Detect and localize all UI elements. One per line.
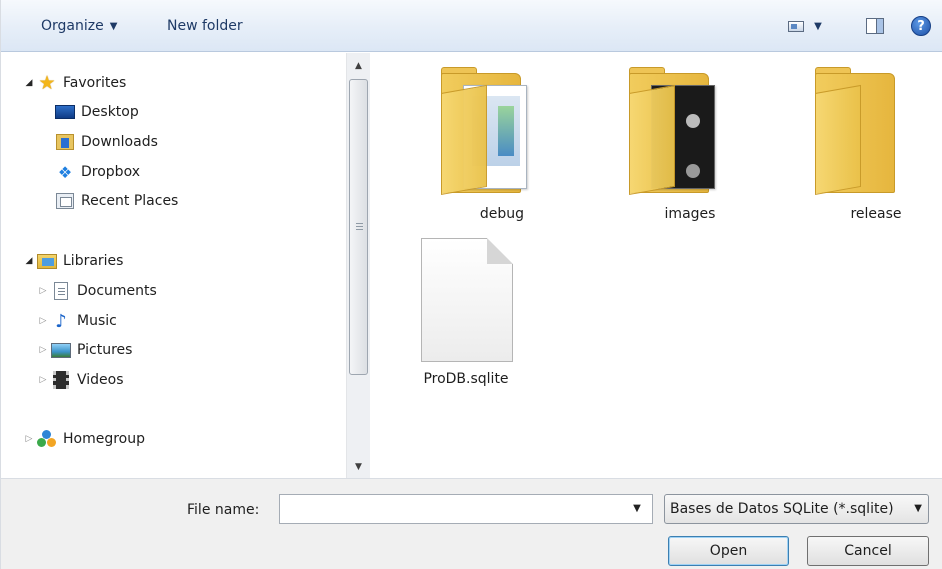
preview-pane-icon [866, 18, 884, 34]
file-type-value: Bases de Datos SQLite (*.sqlite) [670, 501, 894, 517]
sidebar-item-label: Documents [77, 283, 157, 299]
folder-item-debug[interactable]: debug [407, 61, 537, 231]
sidebar-item-label: Videos [77, 372, 124, 388]
file-type-select[interactable]: Bases de Datos SQLite (*.sqlite) ▼ [664, 494, 929, 524]
collapsed-arrow-icon[interactable]: ▷ [23, 434, 35, 444]
collapsed-arrow-icon[interactable]: ▷ [37, 316, 49, 326]
command-bar: Organize ▼ New folder ▼ ? [1, 0, 942, 52]
folder-icon [815, 67, 907, 197]
file-item-prodb[interactable]: ProDB.sqlite [371, 233, 561, 403]
sidebar-item-label: Homegroup [63, 431, 146, 447]
views-icon [788, 20, 805, 32]
music-icon: ♪ [55, 310, 67, 332]
sidebar-item-pictures[interactable]: ▷ Pictures [37, 337, 133, 363]
expanded-arrow-icon[interactable]: ◢ [23, 256, 35, 266]
homegroup-icon [37, 430, 57, 448]
preview-pane-button[interactable] [861, 12, 889, 40]
help-icon: ? [911, 16, 931, 36]
chevron-down-icon: ▼ [914, 503, 922, 514]
scroll-up-arrow-icon[interactable]: ▲ [347, 57, 370, 75]
file-list: debug images release ProDB.sqlite [371, 53, 942, 478]
sidebar-item-label: Favorites [63, 75, 127, 91]
sidebar-item-homegroup[interactable]: ▷ Homegroup [23, 426, 145, 452]
sidebar-item-label: Desktop [81, 104, 139, 120]
scroll-thumb[interactable] [349, 79, 368, 375]
file-name-input[interactable] [279, 494, 653, 524]
sidebar-item-favorites[interactable]: ◢ ★ Favorites [23, 70, 127, 96]
sidebar-item-label: Music [77, 313, 117, 329]
item-name: ProDB.sqlite [423, 371, 509, 387]
item-name: release [850, 206, 902, 222]
folder-icon [441, 67, 533, 197]
item-name: debug [479, 206, 525, 222]
dropbox-icon: ❖ [57, 162, 73, 182]
documents-icon [51, 282, 71, 300]
folder-item-release[interactable]: release [781, 61, 911, 231]
navigation-scrollbar[interactable]: ▲ ▼ [346, 53, 370, 478]
libraries-icon [37, 252, 57, 270]
item-name: images [664, 206, 716, 222]
file-name-dropdown-icon[interactable]: ▼ [627, 499, 647, 519]
file-name-label: File name: [187, 502, 260, 518]
organize-label: Organize [41, 18, 104, 34]
sidebar-item-videos[interactable]: ▷ Videos [37, 367, 124, 393]
sidebar-item-downloads[interactable]: Downloads [53, 129, 158, 155]
folder-icon [629, 67, 721, 197]
dialog-footer: File name: ▼ Bases de Datos SQLite (*.sq… [1, 478, 942, 569]
new-folder-button[interactable]: New folder [163, 13, 247, 39]
open-button[interactable]: Open [668, 536, 789, 566]
downloads-icon [55, 133, 75, 151]
grip-icon [356, 223, 363, 230]
open-file-dialog: Organize ▼ New folder ▼ ? ◢ ★ Favorites D… [0, 0, 942, 569]
sidebar-item-dropbox[interactable]: ❖ Dropbox [53, 159, 140, 185]
change-view-button[interactable]: ▼ [781, 12, 829, 40]
expanded-arrow-icon[interactable]: ◢ [23, 78, 35, 88]
videos-icon [51, 371, 71, 389]
folder-item-images[interactable]: images [595, 61, 725, 231]
chevron-down-icon: ▼ [814, 20, 822, 32]
scroll-down-arrow-icon[interactable]: ▼ [347, 458, 370, 476]
collapsed-arrow-icon[interactable]: ▷ [37, 345, 49, 355]
star-icon: ★ [38, 72, 56, 94]
recent-places-icon [55, 192, 75, 210]
sidebar-item-label: Downloads [81, 134, 158, 150]
desktop-icon [55, 103, 75, 121]
navigation-pane: ◢ ★ Favorites Desktop Downloads ❖ Dropbo… [1, 53, 346, 478]
sidebar-item-libraries[interactable]: ◢ Libraries [23, 248, 124, 274]
sidebar-item-documents[interactable]: ▷ Documents [37, 278, 157, 304]
sidebar-item-label: Dropbox [81, 164, 140, 180]
sidebar-item-music[interactable]: ▷ ♪ Music [37, 308, 117, 334]
sidebar-item-label: Libraries [63, 253, 124, 269]
sidebar-item-label: Pictures [77, 342, 133, 358]
sidebar-item-recent-places[interactable]: Recent Places [53, 188, 178, 214]
sidebar-item-desktop[interactable]: Desktop [53, 99, 139, 125]
sidebar-item-label: Recent Places [81, 193, 179, 209]
organize-button[interactable]: Organize ▼ [37, 13, 121, 39]
collapsed-arrow-icon[interactable]: ▷ [37, 286, 49, 296]
file-icon [421, 238, 513, 362]
pictures-icon [51, 341, 71, 359]
help-button[interactable]: ? [907, 12, 935, 40]
collapsed-arrow-icon[interactable]: ▷ [37, 375, 49, 385]
cancel-button[interactable]: Cancel [807, 536, 929, 566]
chevron-down-icon: ▼ [109, 21, 118, 32]
